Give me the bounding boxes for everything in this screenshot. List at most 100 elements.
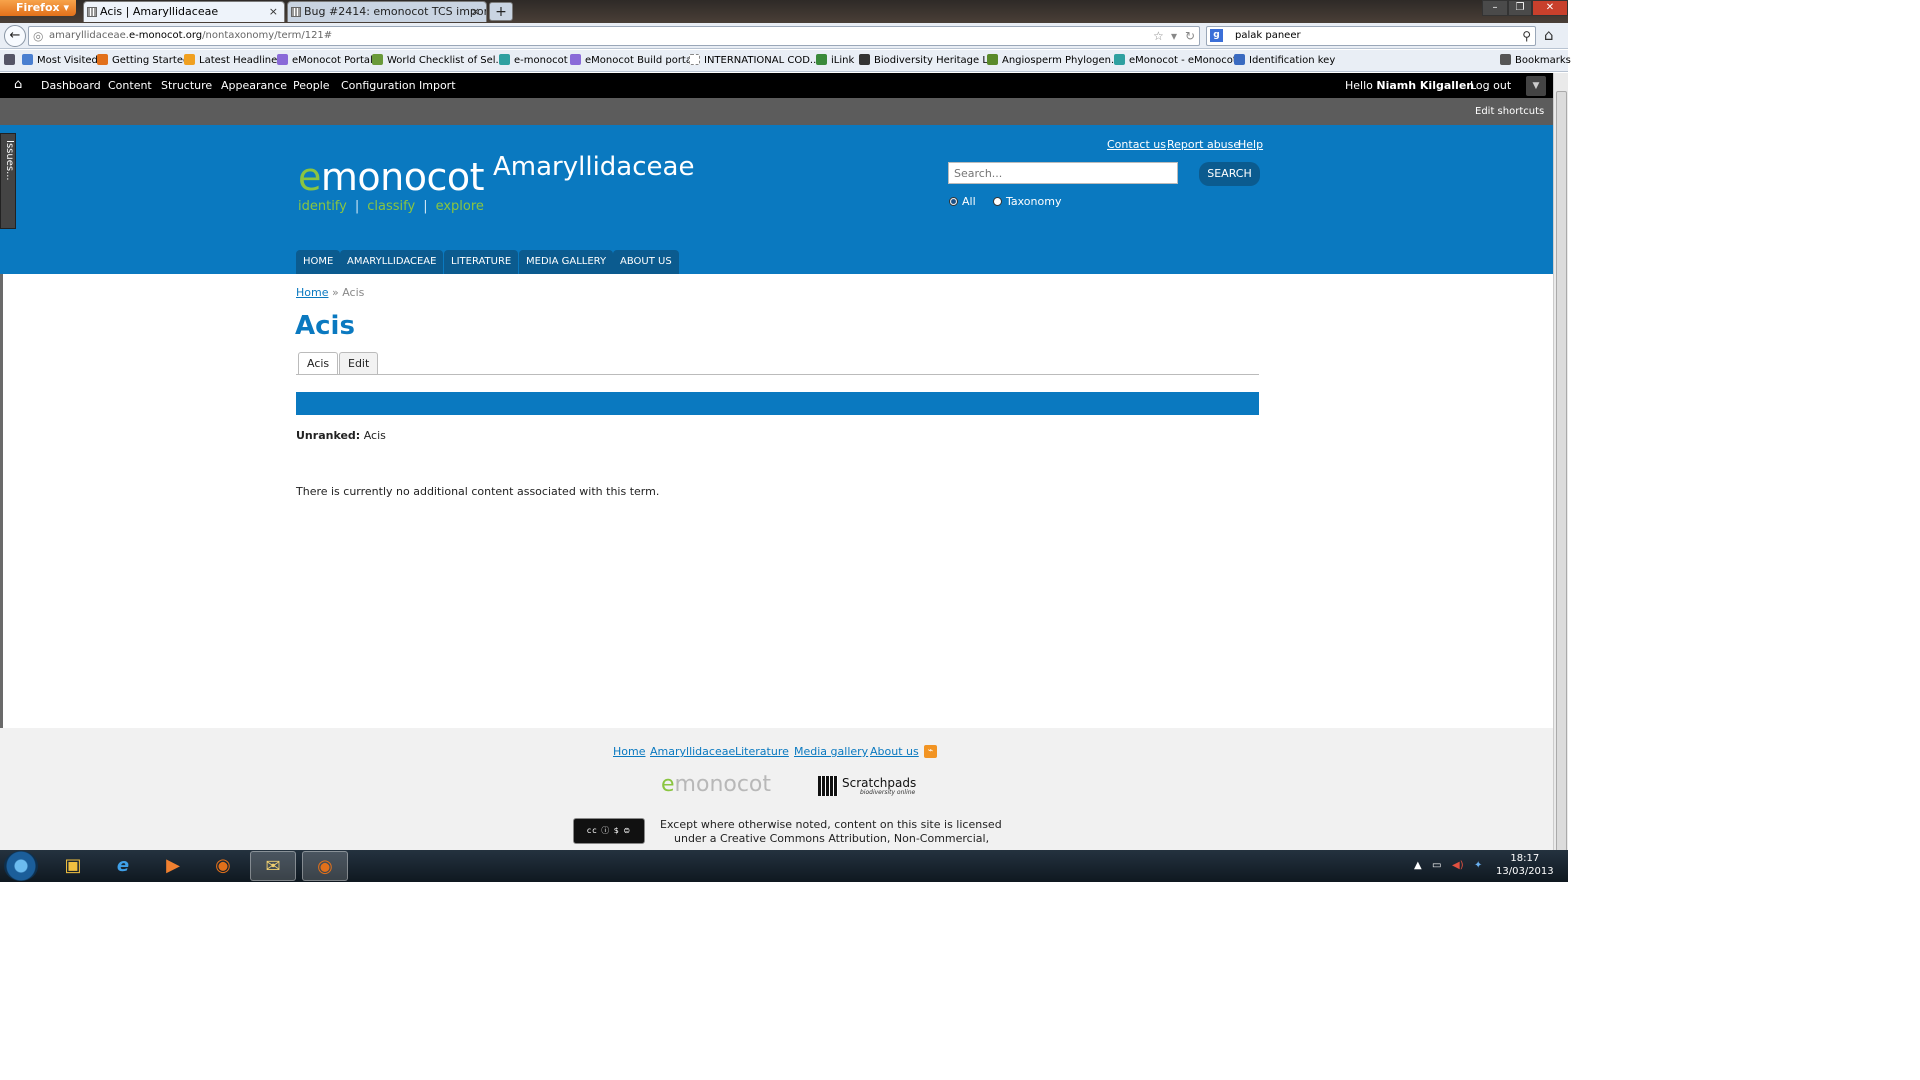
magnifier-icon[interactable]: ⚲ [1522, 27, 1531, 45]
footer-literature-link[interactable]: Literature [735, 745, 789, 758]
close-window-button[interactable]: ✕ [1532, 0, 1568, 16]
footer-about-us-link[interactable]: About us [870, 745, 919, 758]
reload-icon[interactable]: ↻ [1185, 27, 1195, 45]
logout-link[interactable]: Log out [1470, 79, 1511, 92]
user-name[interactable]: Niamh Kilgallen [1376, 79, 1474, 92]
bookmark-emonocot-build-portal[interactable]: eMonocot Build portal [570, 54, 695, 66]
new-tab-button[interactable]: + [489, 2, 513, 21]
nav-literature[interactable]: LITERATURE [444, 250, 519, 274]
bookmark-emonocot-portal[interactable]: eMonocot Portal [277, 54, 373, 66]
google-icon[interactable]: g [1210, 29, 1223, 42]
emonocot-logo[interactable]: emonocot identify | classify | explore [298, 155, 485, 214]
no-content-message: There is currently no additional content… [296, 485, 660, 498]
help-link[interactable]: Help [1238, 138, 1263, 151]
browser-search-input[interactable]: g palak paneer ⚲ [1206, 26, 1536, 46]
browser-search-value: palak paneer [1235, 30, 1301, 41]
bookmark-identification-key[interactable]: Identification key [1234, 54, 1335, 66]
issues-tab[interactable]: Issues... [0, 133, 16, 229]
admin-appearance[interactable]: Appearance [221, 79, 287, 92]
internet-explorer-taskbar-icon[interactable]: e [100, 851, 146, 881]
site-name[interactable]: Amaryllidaceae [493, 152, 694, 182]
network-icon[interactable]: ▭ [1432, 860, 1441, 871]
search-button[interactable]: SEARCH [1199, 162, 1260, 186]
media-player-taskbar-icon[interactable]: ▶ [150, 851, 196, 881]
minimize-button[interactable]: – [1482, 0, 1508, 16]
browser-navbar: ← ◎ amaryllidaceae.e-monocot.org/nontaxo… [0, 23, 1568, 49]
bookmarks-menu[interactable]: Bookmarks [1500, 54, 1571, 66]
bookmark-label: Most Visited [37, 55, 98, 66]
firefox-menu-button[interactable]: Firefox ▾ [0, 0, 76, 16]
bookmark-getting-started[interactable]: Getting Started [97, 54, 189, 66]
browser-home-icon[interactable]: ⌂ [1544, 26, 1554, 44]
outlook-taskbar-icon[interactable]: ✉ [250, 851, 296, 881]
admin-dashboard[interactable]: Dashboard [41, 79, 101, 92]
start-button[interactable] [4, 851, 38, 881]
footer-home-link[interactable]: Home [613, 745, 645, 758]
tab-bug-2414[interactable]: Bug #2414: emonocot TCS import - S... × [287, 1, 487, 22]
radio-all[interactable]: All [949, 195, 976, 208]
bookmark-e-monocot[interactable]: e-monocot [499, 54, 568, 66]
back-button[interactable]: ← [4, 25, 26, 47]
tray-expand-icon[interactable]: ▲ [1414, 860, 1422, 871]
firefox-taskbar-icon[interactable]: ◉ [200, 851, 246, 881]
bookmark-biodiversity-heritage[interactable]: Biodiversity Heritage L... [859, 54, 997, 66]
report-abuse-link[interactable]: Report abuse [1167, 138, 1240, 151]
admin-home-icon[interactable]: ⌂ [14, 77, 22, 92]
firefox-running-taskbar-icon[interactable]: ◉ [302, 851, 348, 881]
volume-icon[interactable]: ◀) [1452, 860, 1464, 871]
nav-amaryllidaceae[interactable]: AMARYLLIDACEAE [340, 250, 444, 274]
bookmark-icon [22, 54, 33, 65]
bookmark-label: Latest Headlines [199, 55, 283, 66]
admin-configuration[interactable]: Configuration [341, 79, 416, 92]
bookmark-star-icon[interactable]: ☆ [1153, 27, 1164, 45]
footer-emonocot-logo[interactable]: emonocot [661, 772, 771, 797]
nav-media-gallery[interactable]: MEDIA GALLERY [519, 250, 614, 274]
left-edge-shadow [0, 274, 3, 728]
scratchpads-name: Scratchpads [842, 776, 917, 790]
bookmark-label: eMonocot - eMonocot [1129, 55, 1237, 66]
dropbox-icon[interactable]: ✦ [1474, 860, 1482, 871]
rank-value: Acis [360, 429, 386, 442]
taskbar-clock[interactable]: 18:17 13/03/2013 [1496, 852, 1554, 878]
bookmark-latest-headlines[interactable]: Latest Headlines [184, 54, 283, 66]
bookmark-angiosperm-phylogeny[interactable]: Angiosperm Phylogen... [987, 54, 1121, 66]
admin-import[interactable]: Import [419, 79, 456, 92]
history-dropdown-icon[interactable]: ▾ [1171, 27, 1177, 45]
tab-view[interactable]: Acis [298, 352, 339, 375]
tab-edit[interactable]: Edit [339, 352, 379, 375]
tab-acis[interactable]: Acis | Amaryllidaceae × [83, 1, 285, 22]
contact-us-link[interactable]: Contact us [1107, 138, 1166, 151]
radio-taxonomy[interactable]: Taxonomy [993, 195, 1061, 208]
admin-structure[interactable]: Structure [161, 79, 212, 92]
bookmark-label: eMonocot Build portal [585, 55, 695, 66]
tab-favicon-icon [291, 7, 301, 17]
bookmark-icon [277, 54, 288, 65]
site-search-input[interactable] [948, 162, 1178, 184]
bookmark-world-checklist[interactable]: World Checklist of Sel... [372, 54, 505, 66]
bookmark-international-code[interactable]: INTERNATIONAL COD... [689, 54, 819, 66]
bookmark-most-visited[interactable]: Most Visited [22, 54, 98, 66]
footer-amaryllidaceae-link[interactable]: Amaryllidaceae [650, 745, 735, 758]
admin-content[interactable]: Content [108, 79, 152, 92]
maximize-button[interactable]: ❐ [1508, 0, 1532, 16]
creative-commons-badge[interactable]: cc ⓘ $ ⊜ [573, 818, 645, 844]
edit-shortcuts-link[interactable]: Edit shortcuts [1475, 106, 1544, 117]
tab-close-icon[interactable]: × [269, 2, 278, 22]
bookmark-emonocot-emonocot[interactable]: eMonocot - eMonocot [1114, 54, 1237, 66]
bookmark-ilink[interactable]: iLink [816, 54, 854, 66]
breadcrumb-home-link[interactable]: Home [296, 286, 328, 299]
url-bar[interactable]: ◎ amaryllidaceae.e-monocot.org/nontaxono… [28, 26, 1200, 46]
footer-media-gallery-link[interactable]: Media gallery [794, 745, 868, 758]
explorer-taskbar-icon[interactable]: ▣ [50, 851, 96, 881]
nav-about-us[interactable]: ABOUT US [613, 250, 679, 274]
shortcut-toggle-button[interactable]: ▼ [1526, 76, 1546, 96]
license-text-line-1: Except where otherwise noted, content on… [660, 818, 1002, 831]
bookmarks-sidebar-icon[interactable] [4, 54, 19, 66]
nav-home[interactable]: HOME [296, 250, 341, 274]
rss-icon[interactable]: ⌁ [924, 745, 937, 758]
page-scrollbar[interactable] [1553, 73, 1568, 856]
browser-titlebar: Firefox ▾ Acis | Amaryllidaceae × Bug #2… [0, 0, 1568, 23]
admin-people[interactable]: People [293, 79, 330, 92]
scrollbar-thumb[interactable] [1556, 91, 1567, 856]
tab-close-icon[interactable]: × [471, 2, 480, 22]
